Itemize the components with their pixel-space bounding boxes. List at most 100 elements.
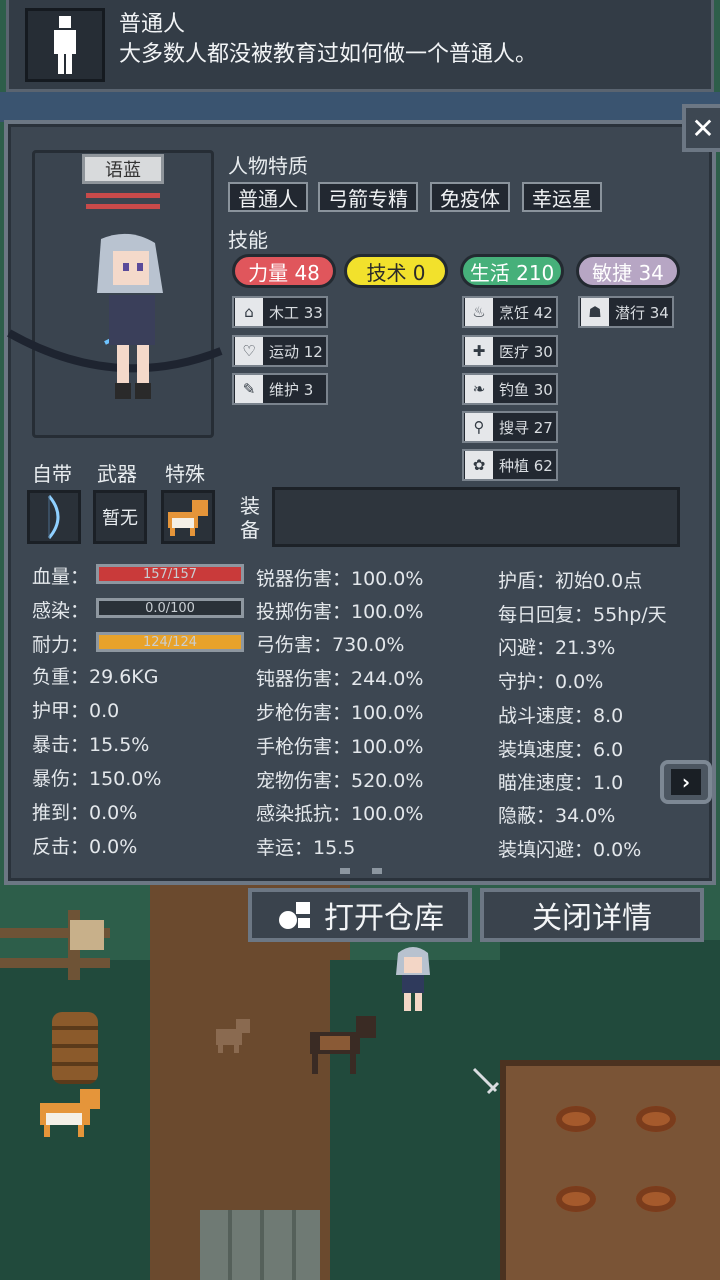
stat-blunt-damage: 钝器伤害：244.0% (256, 668, 424, 690)
stat-weight: 负重：29.6KG (32, 666, 159, 688)
dog-sprite[interactable] (300, 1010, 384, 1076)
skill-label: 维护 3 (269, 380, 314, 399)
stat-reload-speed: 装填速度：6.0 (498, 739, 624, 761)
chevron-right-icon: › (671, 769, 701, 795)
gear-label-builtin: 自带 (32, 462, 72, 486)
technique-category[interactable]: 技术 0 (344, 254, 448, 288)
wooden-sign[interactable] (70, 920, 104, 950)
skill-label: 钓鱼 30 (499, 380, 553, 399)
skill-label: 烹饪 42 (499, 303, 553, 322)
skill-planting[interactable]: ✿ 种植 62 (462, 449, 558, 481)
trait-portrait (25, 8, 105, 82)
wrench-icon: ✎ (235, 375, 263, 403)
rake-tool-icon[interactable] (470, 1065, 502, 1097)
corgi-sprite[interactable] (36, 1085, 104, 1141)
skill-cooking[interactable]: ♨ 烹饪 42 (462, 296, 558, 328)
stat-sharp-damage: 锐器伤害：100.0% (256, 568, 424, 590)
weapon-slot[interactable]: 暂无 (93, 490, 147, 544)
flower-icon: ✿ (465, 451, 493, 479)
stat-bow-damage: 弓伤害：730.0% (256, 634, 405, 656)
bow-icon (47, 495, 60, 539)
stat-armor: 护甲：0.0 (32, 700, 120, 722)
soil-hole (556, 1106, 596, 1132)
next-page-button[interactable]: › (660, 760, 712, 804)
agility-category[interactable]: 敏捷 34 (576, 254, 680, 288)
strength-category[interactable]: 力量 48 (232, 254, 336, 288)
character-name[interactable]: 语蓝 (82, 154, 164, 184)
character-mini-hp-bar (86, 193, 160, 198)
skill-searching[interactable]: ⚲ 搜寻 27 (462, 411, 558, 443)
stamina-label: 耐力： (32, 634, 90, 656)
skill-label: 潜行 34 (615, 303, 669, 322)
special-slot[interactable] (161, 490, 215, 544)
stat-luck: 幸运：15.5 (256, 837, 356, 859)
person-silhouette-icon (54, 16, 76, 74)
skill-label: 运动 12 (269, 342, 323, 361)
stamina-value: 124/124 (142, 634, 197, 650)
stat-aim-speed: 瞄准速度：1.0 (498, 772, 624, 794)
sneak-icon: ☗ (581, 298, 609, 326)
hp-value: 157/157 (142, 566, 197, 582)
stat-pet-damage: 宠物伤害：520.0% (256, 770, 424, 792)
archer-girl-sprite (7, 233, 223, 399)
corgi-pet-icon (168, 500, 208, 536)
skill-label: 医疗 30 (499, 342, 553, 361)
close-button[interactable]: ✕ (682, 104, 720, 152)
open-storage-button[interactable]: 打开仓库 (248, 888, 472, 942)
soil-hole (636, 1186, 676, 1212)
skill-sports[interactable]: ♡ 运动 12 (232, 335, 328, 367)
trait-description: 大多数人都没被教育过如何做一个普通人。 (119, 42, 538, 67)
magnifier-icon: ⚲ (465, 413, 493, 441)
equip-label: 装备 (240, 494, 260, 542)
skill-label: 种植 62 (499, 456, 553, 475)
stat-crit-damage: 暴伤：150.0% (32, 768, 162, 790)
trait-chip[interactable]: 普通人 (228, 182, 308, 212)
skill-label: 木工 33 (269, 303, 323, 322)
close-details-button[interactable]: 关闭详情 (480, 888, 704, 942)
life-category[interactable]: 生活 210 (460, 254, 564, 288)
stat-reload-dodge: 装填闪避：0.0% (498, 839, 642, 861)
farm-plot[interactable] (500, 1060, 720, 1280)
trait-chip[interactable]: 免疫体 (430, 182, 510, 212)
stat-knockdown: 推到：0.0% (32, 802, 138, 824)
open-storage-label: 打开仓库 (324, 901, 444, 936)
close-details-label: 关闭详情 (532, 901, 652, 936)
world-building-edge (0, 92, 720, 122)
skill-carpentry[interactable]: ⌂ 木工 33 (232, 296, 328, 328)
skill-medical[interactable]: ✚ 医疗 30 (462, 335, 558, 367)
house-icon: ⌂ (235, 298, 263, 326)
player-character-sprite[interactable] (388, 945, 438, 1015)
infection-bar: 0.0/100 (96, 598, 244, 618)
skill-fishing[interactable]: ❧ 钓鱼 30 (462, 373, 558, 405)
medkit-icon: ✚ (465, 337, 493, 365)
stat-shield: 护盾：初始0.0点 (498, 570, 643, 592)
page-dot (340, 868, 350, 874)
storage-icon (279, 902, 310, 929)
equipment-slot[interactable] (272, 487, 680, 547)
trait-info-bar: 普通人 大多数人都没被教育过如何做一个普通人。 (6, 0, 714, 92)
trait-chip[interactable]: 幸运星 (522, 182, 602, 212)
skill-sneak[interactable]: ☗ 潜行 34 (578, 296, 674, 328)
infection-value: 0.0/100 (145, 600, 195, 616)
character-mini-stamina-bar (86, 204, 160, 209)
skill-label: 搜寻 27 (499, 418, 553, 437)
stat-throw-damage: 投掷伤害：100.0% (256, 601, 424, 623)
stat-pistol-damage: 手枪伤害：100.0% (256, 736, 424, 758)
stat-infection-resist: 感染抵抗：100.0% (256, 803, 424, 825)
stat-guard: 守护：0.0% (498, 671, 604, 693)
page-dot (372, 868, 382, 874)
traits-label: 人物特质 (228, 154, 308, 178)
trait-title: 普通人 (119, 12, 186, 37)
soil-hole (636, 1106, 676, 1132)
heart-icon: ♡ (235, 337, 263, 365)
cat-sprite[interactable] (210, 1015, 254, 1055)
skill-maintenance[interactable]: ✎ 维护 3 (232, 373, 328, 405)
stat-dodge: 闪避：21.3% (498, 637, 616, 659)
close-icon: ✕ (691, 111, 715, 145)
trait-chip[interactable]: 弓箭专精 (318, 182, 418, 212)
skills-label: 技能 (228, 228, 268, 252)
hp-bar: 157/157 (96, 564, 244, 584)
stone-floor (200, 1210, 320, 1280)
barrel[interactable] (52, 1012, 98, 1084)
builtin-slot[interactable] (27, 490, 81, 544)
